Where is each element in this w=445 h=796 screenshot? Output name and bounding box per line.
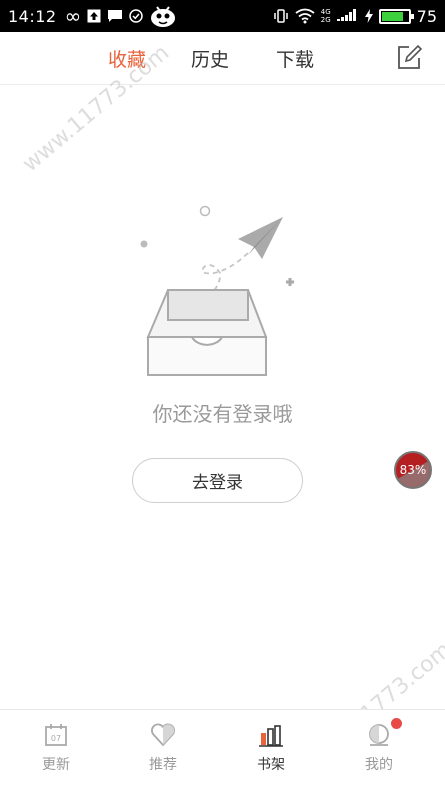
message-icon (107, 9, 123, 23)
mascot-icon (149, 3, 177, 29)
tab-favorites[interactable]: 收藏 (108, 45, 146, 72)
check-circle-icon (129, 9, 144, 23)
nav-bookshelf-label: 书架 (257, 757, 285, 773)
nav-recommend-label: 推荐 (149, 757, 177, 773)
bottom-nav: 07 更新 推荐 书架 我的 (0, 709, 445, 796)
bookshelf-icon (259, 725, 283, 747)
status-bar: 14:12 ∞ 4G 2G 75 (0, 0, 445, 32)
vibrate-icon (273, 8, 289, 24)
calendar-day-text: 07 (51, 734, 61, 743)
upload-icon (87, 9, 101, 23)
floating-percent-badge[interactable]: 83% (394, 451, 432, 489)
wifi-icon (295, 8, 315, 24)
nav-mine-label: 我的 (365, 757, 393, 773)
empty-state-message: 你还没有登录哦 (152, 402, 293, 426)
heart-icon (151, 723, 175, 747)
nav-recommend[interactable]: 推荐 (128, 722, 198, 774)
notification-dot (391, 718, 402, 729)
empty-inbox-illustration (130, 195, 310, 385)
top-tab-bar: 收藏 历史 下载 (0, 32, 445, 85)
login-button[interactable]: 去登录 (132, 458, 303, 503)
tab-history[interactable]: 历史 (191, 45, 229, 72)
nav-update[interactable]: 07 更新 (21, 722, 91, 774)
floating-badge-text: 83% (399, 463, 427, 477)
battery-fill (381, 11, 403, 21)
charging-icon (364, 9, 373, 23)
nav-update-label: 更新 (42, 757, 70, 773)
network-label: 4G 2G (320, 8, 331, 24)
battery-icon (378, 8, 414, 24)
nav-mine[interactable]: 我的 (344, 718, 414, 774)
battery-percent: 75 (416, 6, 437, 26)
signal-icon (336, 9, 359, 23)
edit-icon[interactable] (395, 44, 423, 72)
nav-bookshelf[interactable]: 书架 (236, 722, 306, 774)
tab-downloads[interactable]: 下载 (276, 45, 314, 72)
infinity-icon: ∞ (64, 4, 82, 28)
calendar-icon: 07 (45, 724, 67, 746)
status-time: 14:12 (8, 6, 57, 26)
profile-icon (369, 724, 389, 746)
